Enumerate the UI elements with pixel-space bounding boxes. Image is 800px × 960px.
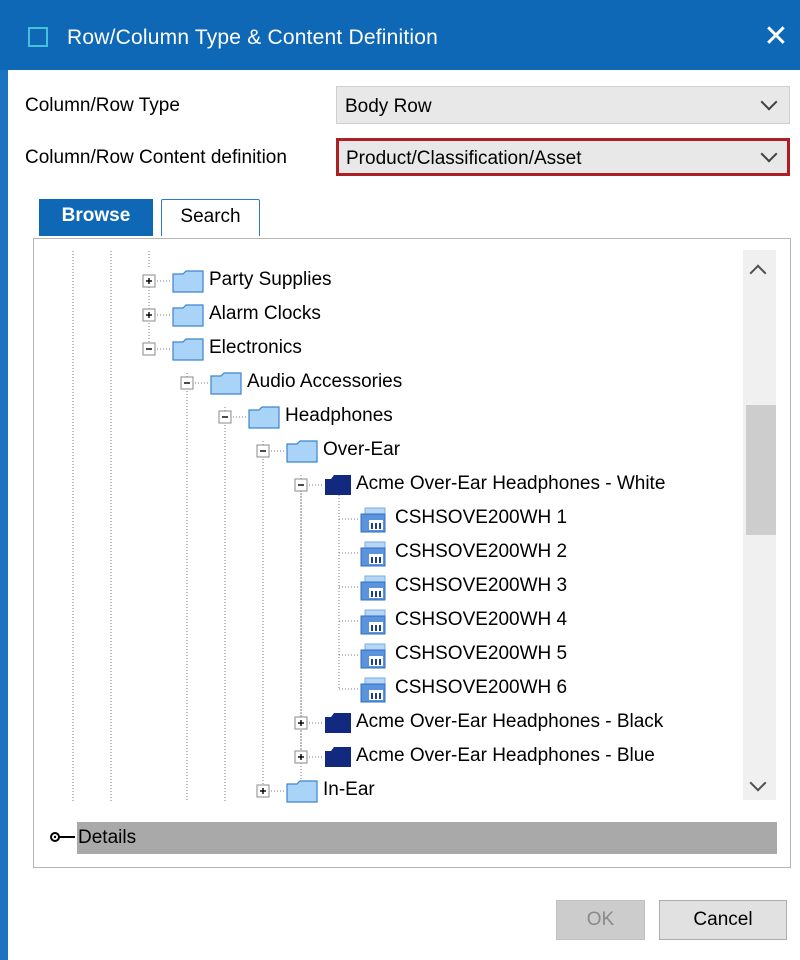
minus-box-icon[interactable] <box>256 444 270 458</box>
minus-box-icon[interactable] <box>180 376 194 390</box>
tree-panel: Party Supplies Alarm Clocks Electronics Aud… <box>33 238 791 868</box>
row-type-label: Column/Row Type <box>25 95 180 116</box>
chevron-down-icon <box>760 145 778 163</box>
tree-canvas: Party Supplies Alarm Clocks Electronics Aud… <box>34 239 790 867</box>
folder-icon <box>172 304 204 327</box>
tree-node-label[interactable]: CSHSOVE200WH 4 <box>395 609 567 631</box>
tree-node-label[interactable]: Electronics <box>209 337 302 359</box>
tree-node-label[interactable]: CSHSOVE200WH 1 <box>395 507 567 529</box>
chevron-down-icon <box>760 93 778 111</box>
asset-icon <box>360 677 386 703</box>
ok-button[interactable]: OK <box>556 900 645 940</box>
tree-node-label[interactable]: Audio Accessories <box>247 371 402 393</box>
tree-node-label[interactable]: Acme Over-Ear Headphones - Blue <box>356 745 655 767</box>
window-icon <box>28 27 48 47</box>
tree-node-label[interactable]: Over-Ear <box>323 439 400 461</box>
dialog-title: Row/Column Type & Content Definition <box>67 26 438 49</box>
product-icon <box>325 475 351 495</box>
tree-node-label[interactable]: Headphones <box>285 405 393 427</box>
tree-node-label[interactable]: Acme Over-Ear Headphones - Black <box>356 711 663 733</box>
tree-node-label[interactable]: In-Ear <box>323 779 375 801</box>
plus-box-icon[interactable] <box>142 274 156 288</box>
folder-icon <box>172 270 204 293</box>
asset-icon <box>360 609 386 635</box>
product-icon <box>325 747 351 767</box>
tree-node-label[interactable]: Alarm Clocks <box>209 303 321 325</box>
folder-icon <box>286 780 318 803</box>
tab-browse[interactable]: Browse <box>39 199 153 236</box>
scrollbar-thumb[interactable] <box>746 405 776 535</box>
row-type-value: Body Row <box>345 96 432 117</box>
plus-box-icon[interactable] <box>294 716 308 730</box>
folder-icon <box>210 372 242 395</box>
details-expand-icon[interactable] <box>47 822 77 852</box>
minus-box-icon[interactable] <box>218 410 232 424</box>
plus-box-icon[interactable] <box>142 308 156 322</box>
minus-box-icon[interactable] <box>142 342 156 356</box>
content-definition-value: Product/Classification/Asset <box>346 148 582 169</box>
folder-icon <box>172 338 204 361</box>
tree-node-label[interactable]: CSHSOVE200WH 3 <box>395 575 567 597</box>
window-left-border <box>0 70 8 960</box>
tree-node-label[interactable]: CSHSOVE200WH 6 <box>395 677 567 699</box>
plus-box-icon[interactable] <box>294 750 308 764</box>
plus-box-icon[interactable] <box>256 784 270 798</box>
close-button[interactable]: ✕ <box>760 22 792 52</box>
asset-icon <box>360 541 386 567</box>
details-bar[interactable] <box>77 822 777 854</box>
asset-icon <box>360 575 386 601</box>
minus-box-icon[interactable] <box>294 478 308 492</box>
folder-icon <box>286 440 318 463</box>
tree-node-label[interactable]: CSHSOVE200WH 2 <box>395 541 567 563</box>
tab-search[interactable]: Search <box>161 199 260 236</box>
asset-icon <box>360 643 386 669</box>
title-bar: Row/Column Type & Content Definition ✕ <box>0 0 800 70</box>
folder-icon <box>248 406 280 429</box>
asset-icon <box>360 507 386 533</box>
tree-node-label[interactable]: Party Supplies <box>209 269 332 291</box>
row-type-dropdown[interactable]: Body Row <box>336 86 790 124</box>
cancel-button[interactable]: Cancel <box>659 900 787 940</box>
tree-node-label[interactable]: Acme Over-Ear Headphones - White <box>356 473 665 495</box>
details-label: Details <box>78 827 137 848</box>
content-definition-dropdown[interactable]: Product/Classification/Asset <box>336 138 790 176</box>
content-definition-label: Column/Row Content definition <box>25 147 287 168</box>
tree-node-label[interactable]: CSHSOVE200WH 5 <box>395 643 567 665</box>
product-icon <box>325 713 351 733</box>
